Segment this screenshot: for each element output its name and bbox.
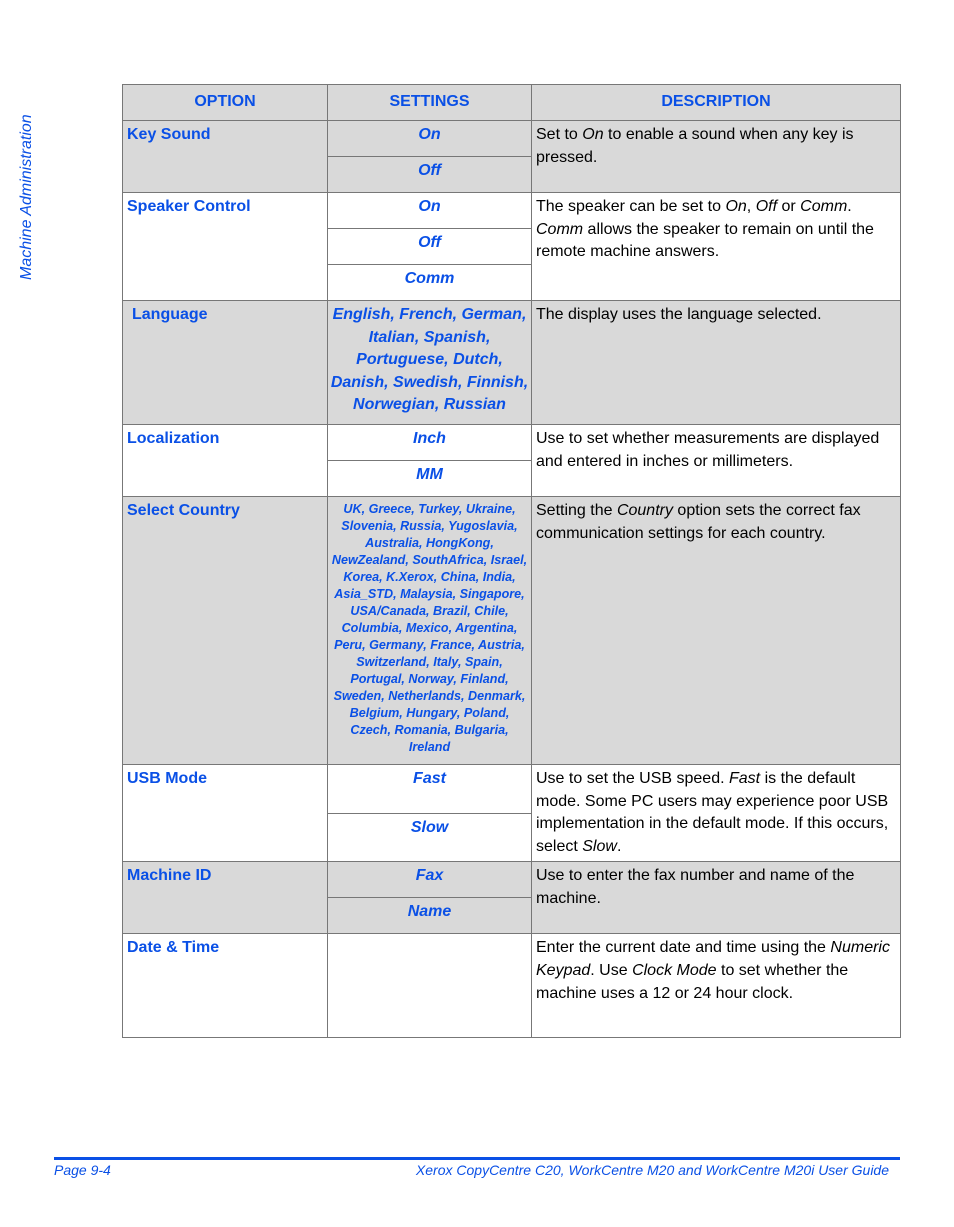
description-text: . [847,198,852,215]
document-title: Xerox CopyCentre C20, WorkCentre M20 and… [415,1162,889,1178]
table-row: Speaker Control On The speaker can be set … [122,192,901,301]
setting-cell [327,933,532,1039]
description-text: allows the speaker to remain on until th… [536,220,874,261]
option-cell: Date & Time [122,933,328,1039]
header-option: OPTION [122,84,328,121]
description-cell: Use to set the USB speed. Fast is the de… [531,763,901,863]
description-emphasis: On [582,126,604,143]
description-text: . [616,837,622,855]
description-emphasis: Fast [729,769,761,787]
description-text: Setting the [536,501,617,519]
side-section-header: Machine Administration [18,84,38,284]
description-emphasis: Comm [800,198,848,215]
table-row: Language English, French, German, Italian… [122,300,901,425]
description-text: Use to set the USB speed. [536,769,729,787]
option-cell: Speaker Control [122,192,328,301]
table-row: Select Country UK, Greece, Turkey, Ukrain… [122,495,901,765]
table-row: USB Mode Fast Use to set the USB speed. Fa… [122,763,901,863]
option-cell: Select Country [122,495,328,765]
option-cell: Key Sound [122,120,328,193]
description-text: Use to enter the fax number and name of … [536,867,855,907]
table-row: Machine ID Fax Use to enter the fax number… [122,861,901,935]
description-text: The display uses the language selected. [536,306,822,323]
option-cell: Language [122,300,328,425]
table-row: Key Sound On Set to On to enable a sound w… [122,120,901,193]
description-cell: The display uses the language selected. [531,300,901,425]
setting-cell: MM [327,459,532,497]
setting-cell: On [327,120,532,157]
option-cell: Localization [122,423,328,497]
description-emphasis: Comm [536,220,584,238]
description-emphasis: Clock Mode [632,961,717,979]
description-text: , [746,198,756,215]
table-row: Date & Time Enter the current date and ti… [122,933,901,1039]
description-cell: Use to enter the fax number and name of … [531,861,901,935]
footer-rule [54,1157,900,1160]
setting-cell: Off [327,228,532,265]
setting-cell: Fax [327,861,532,899]
description-emphasis: Country [616,501,673,519]
description-emphasis: Slow [582,837,617,855]
header-settings: SETTINGS [327,84,532,121]
description-text: Enter the current date and time using th… [536,939,831,957]
description-text: or [777,198,801,215]
setting-cell: Inch [327,423,532,461]
setting-cell: Slow [327,812,532,863]
table-body: Key Sound On Set to On to enable a sound w… [122,120,901,1039]
description-cell: Enter the current date and time using th… [531,933,901,1039]
setting-cell: Name [327,897,532,935]
setting-cell: English, French, German, Italian, Spanis… [327,300,532,425]
section-title: Machine Administration [18,114,35,280]
description-cell: The speaker can be set to On, Off or Com… [531,192,901,301]
table-row: Localization Inch Use to set whether measu… [122,423,901,497]
description-text: Use to set whether measurements are disp… [536,429,880,470]
page-number: Page 9-4 [54,1162,111,1178]
setting-cell: Off [327,156,532,193]
setting-cell: Fast [327,763,532,814]
description-cell: Use to set whether measurements are disp… [531,423,901,497]
description-emphasis: Off [755,198,778,215]
settings-table: OPTION SETTINGS DESCRIPTION Key Sound On S… [122,84,901,1039]
setting-cell: Comm [327,264,532,301]
description-cell: Set to On to enable a sound when any key… [531,120,901,193]
description-cell: Setting the Country option sets the corr… [531,495,901,765]
description-text: . Use [590,961,633,979]
header-description: DESCRIPTION [531,84,901,121]
description-text: Set to [536,126,583,143]
table-header-row: OPTION SETTINGS DESCRIPTION [122,84,901,121]
description-emphasis: On [725,198,747,215]
setting-cell: On [327,192,532,229]
option-cell: USB Mode [122,763,328,863]
option-cell: Machine ID [122,861,328,935]
setting-cell: UK, Greece, Turkey, Ukraine, Slovenia, R… [327,495,532,765]
description-text: The speaker can be set to [536,198,726,215]
